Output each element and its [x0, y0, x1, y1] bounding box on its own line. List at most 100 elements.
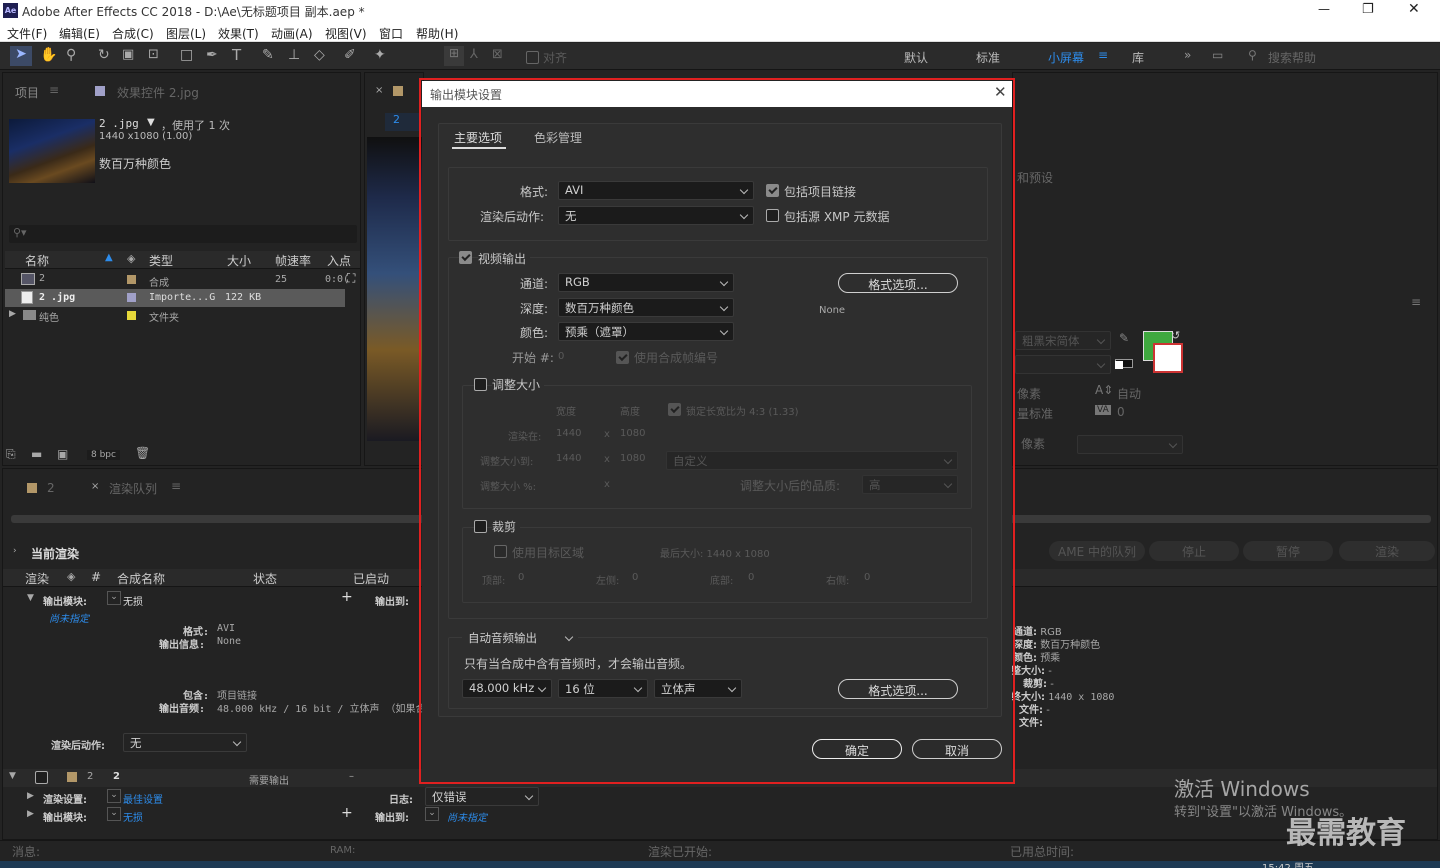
render-settings-link[interactable]: 最佳设置 — [123, 791, 163, 806]
output-to-chevron-icon[interactable]: ⌄ — [425, 807, 439, 821]
crop-top-value[interactable]: 0 — [518, 572, 524, 583]
zoom-tool-icon[interactable]: ⚲ — [66, 47, 76, 63]
ame-queue-button[interactable]: AME 中的队列 — [1049, 541, 1145, 561]
stroke-type-dropdown[interactable] — [1077, 435, 1183, 454]
font-size-value[interactable]: 像素 — [1017, 385, 1041, 402]
project-search[interactable]: ⚲▾ — [9, 225, 357, 243]
include-project-link-checkbox[interactable] — [766, 184, 779, 197]
col-started[interactable]: 已启动 — [353, 570, 389, 587]
channels-dropdown[interactable]: RGB — [558, 273, 734, 292]
stroke-width-value[interactable]: 像素 — [1021, 435, 1045, 452]
dialog-close-icon[interactable]: ✕ — [994, 83, 1007, 101]
hand-tool-icon[interactable]: ✋ — [40, 47, 57, 63]
tab-main-options[interactable]: 主要选项 — [454, 129, 502, 146]
menu-edit[interactable]: 编辑(E) — [59, 25, 100, 42]
new-folder-icon[interactable]: ▬ — [31, 447, 42, 461]
pan-behind-tool-icon[interactable]: ⊡ — [148, 47, 159, 62]
workspace-standard[interactable]: 标准 — [976, 49, 1000, 66]
table-row[interactable]: 2 合成 25 0:0( ⛶ — [5, 271, 360, 289]
render-button[interactable]: 渲染 — [1339, 541, 1435, 561]
bit-depth-dropdown[interactable]: 16 位 — [558, 679, 648, 698]
rotate-tool-icon[interactable]: ↻ — [98, 47, 110, 63]
render-queue-tab[interactable]: 渲染队列 — [109, 480, 157, 497]
expand-triangle-icon[interactable]: ▶ — [27, 809, 34, 819]
menu-composition[interactable]: 合成(C) — [112, 25, 154, 42]
pen-tool-icon[interactable]: ✒ — [206, 47, 218, 63]
axis-local-icon[interactable]: ⊞ — [444, 46, 464, 66]
not-specified-link[interactable]: 尚未指定 — [49, 610, 89, 625]
timeline-tab[interactable]: 2 — [47, 481, 55, 495]
table-row[interactable]: ▶ 纯色 文件夹 — [5, 307, 360, 325]
trash-icon[interactable]: 🗑 — [135, 446, 150, 460]
workspace-menu-icon[interactable]: ≡ — [1098, 48, 1108, 62]
project-tab[interactable]: 项目 — [15, 84, 39, 101]
video-output-checkbox[interactable] — [459, 251, 472, 264]
crop-right-value[interactable]: 0 — [864, 572, 870, 583]
post-render-action-dropdown[interactable]: 无 — [558, 206, 754, 225]
col-status[interactable]: 状态 — [253, 570, 277, 587]
format-options-button[interactable]: 格式选项... — [838, 273, 958, 293]
format-dropdown[interactable]: AVI — [558, 181, 754, 200]
workspace-library[interactable]: 库 — [1132, 49, 1144, 66]
expand-triangle-icon[interactable]: ▶ — [27, 791, 34, 801]
eyedropper-icon[interactable]: ✎ — [1119, 331, 1129, 345]
col-render[interactable]: 渲染 — [25, 570, 49, 587]
close-tab-icon[interactable]: × — [91, 481, 99, 492]
resize-preset-dropdown[interactable]: 自定义 — [666, 451, 958, 470]
axis-world-icon[interactable]: ⅄ — [470, 47, 478, 62]
cancel-button[interactable]: 取消 — [912, 739, 1002, 759]
close-tab-icon[interactable]: × — [375, 85, 383, 96]
project-tab-menu-icon[interactable]: ≡ — [49, 83, 59, 97]
puppet-tool-icon[interactable]: ✦ — [374, 47, 386, 63]
selection-tool-icon[interactable]: ➤ — [10, 46, 32, 66]
post-render-dropdown[interactable]: 无 — [123, 733, 247, 752]
rectangle-tool-icon[interactable]: □ — [180, 47, 193, 63]
camera-tool-icon[interactable]: ▣ — [122, 47, 134, 62]
item-usage-dropdown-icon[interactable]: ▼ — [147, 117, 155, 128]
resize-checkbox[interactable] — [474, 378, 487, 391]
resize-to-width[interactable]: 1440 — [556, 453, 581, 464]
resize-quality-dropdown[interactable]: 高 — [862, 475, 958, 494]
color-dropdown[interactable]: 预乘（遮罩） — [558, 322, 734, 341]
menu-animation[interactable]: 动画(A) — [271, 25, 313, 42]
col-number[interactable]: # — [91, 570, 101, 584]
crop-left-value[interactable]: 0 — [632, 572, 638, 583]
current-render-expand-icon[interactable]: › — [13, 546, 17, 556]
workspace-small-screen[interactable]: 小屏幕 — [1048, 49, 1084, 66]
minimize-button[interactable]: — — [1318, 2, 1330, 16]
log-dropdown[interactable]: 仅错误 — [425, 787, 539, 806]
font-style-dropdown[interactable] — [1015, 355, 1111, 374]
restore-button[interactable]: ❐ — [1362, 2, 1374, 17]
stroke-color-swatch[interactable] — [1153, 343, 1183, 373]
text-tool-icon[interactable]: T — [232, 46, 241, 64]
align-checkbox[interactable] — [526, 51, 539, 64]
render-settings-chevron-icon[interactable]: ⌄ — [107, 789, 121, 803]
close-button[interactable]: ✕ — [1408, 1, 1420, 17]
use-comp-frame-checkbox[interactable] — [616, 351, 629, 364]
output-module-chevron-icon[interactable]: ⌄ — [107, 807, 121, 821]
table-row[interactable]: 2 .jpg Importe...G 122 KB — [5, 289, 345, 307]
col-type[interactable]: 类型 — [149, 252, 173, 269]
pause-button[interactable]: 暂停 — [1243, 541, 1333, 561]
brush-tool-icon[interactable]: ✎ — [262, 47, 274, 63]
kerning-value[interactable]: 量标准 — [1017, 405, 1053, 422]
render-queue-menu-icon[interactable]: ≡ — [171, 479, 181, 493]
expand-triangle-icon[interactable]: ▼ — [27, 593, 34, 603]
add-output-module-icon[interactable]: + — [341, 805, 353, 821]
white-swatch[interactable] — [1115, 361, 1123, 369]
sync-settings-icon[interactable]: ▭ — [1212, 48, 1223, 62]
font-family-dropdown[interactable]: 粗黑宋简体 — [1015, 331, 1111, 350]
bit-depth-button[interactable]: 8 bpc — [87, 450, 120, 460]
expand-triangle-icon[interactable]: ▶ — [9, 309, 16, 319]
audio-channels-dropdown[interactable]: 立体声 — [654, 679, 742, 698]
output-module-chevron-icon[interactable]: ⌄ — [107, 591, 121, 605]
sample-rate-dropdown[interactable]: 48.000 kHz — [462, 679, 552, 698]
audio-format-options-button[interactable]: 格式选项... — [838, 679, 958, 699]
more-workspaces-icon[interactable]: » — [1184, 48, 1191, 62]
resize-to-height[interactable]: 1080 — [620, 453, 645, 464]
roto-brush-tool-icon[interactable]: ✐ — [344, 47, 356, 63]
menu-effect[interactable]: 效果(T) — [218, 25, 259, 42]
lock-aspect-checkbox[interactable] — [668, 403, 681, 416]
menu-window[interactable]: 窗口 — [379, 25, 403, 42]
starting-number-value[interactable]: 0 — [558, 351, 564, 362]
